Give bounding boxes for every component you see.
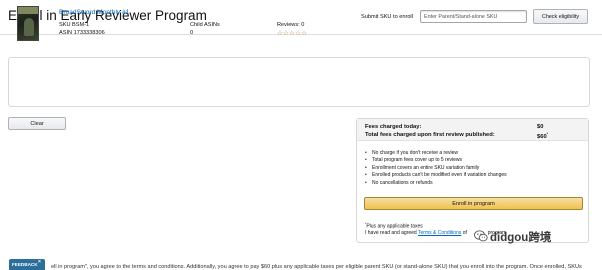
list-item: No charge if you don't receive a review bbox=[365, 150, 507, 158]
footer-terms-text: ell in program", you agree to the terms … bbox=[51, 264, 582, 270]
product-asin: ASIN 1733338306 bbox=[59, 30, 105, 36]
wechat-icon bbox=[474, 230, 488, 242]
product-thumbnail bbox=[17, 6, 39, 41]
product-card bbox=[8, 57, 590, 107]
sku-input[interactable] bbox=[420, 10, 527, 23]
fees-today-label: Fees charged today: bbox=[365, 124, 422, 130]
agree-suffix: of bbox=[461, 230, 469, 236]
product-title-link[interactable]: BroadSword Monthly #1 bbox=[59, 9, 129, 16]
tax-note: *Plus any applicable taxes bbox=[365, 222, 423, 230]
product-sku: SKU BSM-1 bbox=[59, 22, 90, 28]
list-item: Total program fees cover up to 5 reviews bbox=[365, 157, 507, 165]
list-item: No cancellations or refunds bbox=[365, 180, 507, 188]
reviews-count: Reviews: 0 bbox=[277, 22, 305, 28]
fees-total-value: $60* bbox=[537, 132, 548, 140]
fees-total-amount: $60 bbox=[537, 133, 547, 140]
child-asins-value: 0 bbox=[190, 30, 194, 36]
terms-link[interactable]: Terms & Conditions bbox=[418, 230, 461, 236]
enroll-button[interactable]: Enroll in program bbox=[364, 197, 583, 210]
watermark-text: didgou跨境 bbox=[490, 232, 552, 244]
check-eligibility-button[interactable]: Check eligibility bbox=[533, 9, 588, 24]
fees-total-marker: * bbox=[546, 132, 549, 136]
child-asins-label: Child ASINs bbox=[190, 22, 220, 28]
fees-today-value: $0 bbox=[537, 124, 544, 130]
star-rating: ☆☆☆☆☆ bbox=[277, 30, 308, 37]
list-item: Enrollment covers an entire SKU variatio… bbox=[365, 165, 507, 173]
feedback-close-icon[interactable]: × bbox=[38, 259, 41, 265]
fee-terms-list: No charge if you don't receive a review … bbox=[365, 150, 507, 187]
list-item: Enrolled products can't be modified even… bbox=[365, 172, 507, 180]
agree-prefix: I have read and agreed bbox=[365, 230, 419, 236]
fees-total-label: Total fees charged upon first review pub… bbox=[365, 132, 495, 138]
clear-button[interactable]: Clear bbox=[8, 117, 66, 130]
sku-label: Submit SKU to enroll bbox=[361, 14, 413, 20]
tax-note-text: Plus any applicable taxes bbox=[366, 223, 423, 230]
